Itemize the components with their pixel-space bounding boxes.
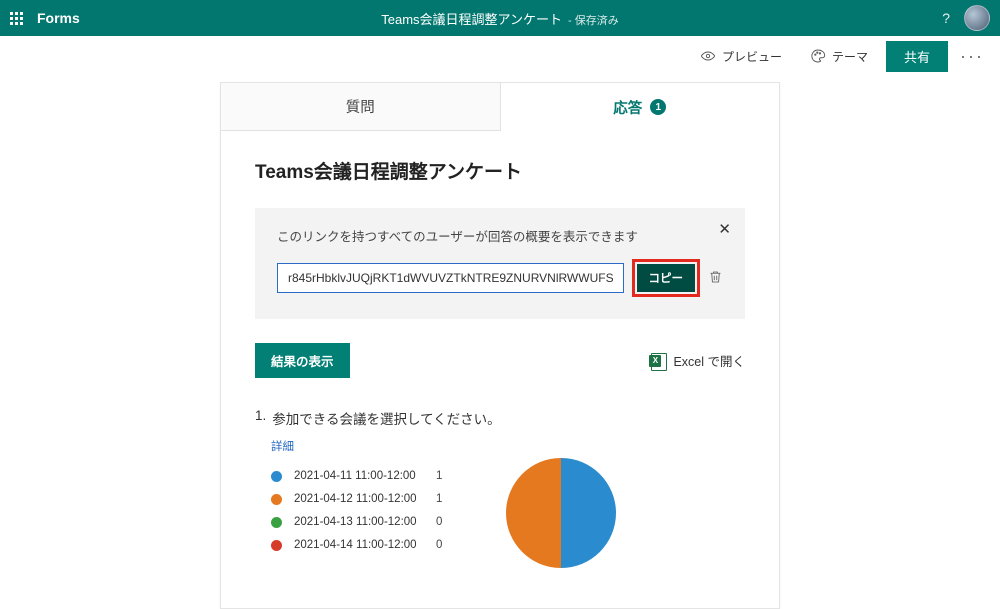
legend-label: 2021-04-13 11:00-12:00 <box>294 516 424 528</box>
responses-badge: 1 <box>650 99 666 115</box>
theme-label: テーマ <box>832 48 868 65</box>
legend-item: 2021-04-13 11:00-12:00 0 <box>271 516 450 528</box>
share-label: 共有 <box>904 50 930 65</box>
pie-chart <box>506 458 616 568</box>
card-tabs: 質問 応答 1 <box>221 83 779 131</box>
tab-responses-label: 応答 <box>613 97 642 118</box>
form-heading: Teams会議日程調整アンケート <box>255 157 745 184</box>
legend-count: 1 <box>436 470 450 482</box>
avatar[interactable] <box>964 5 990 31</box>
delete-link-button[interactable] <box>708 269 723 288</box>
copy-button-highlight: コピー <box>632 259 701 297</box>
share-link-row: コピー <box>277 259 723 297</box>
results-actions-row: 結果の表示 Excel で開く <box>255 343 745 378</box>
legend-dot-icon <box>271 517 282 528</box>
legend-count: 1 <box>436 493 450 505</box>
legend-count: 0 <box>436 516 450 528</box>
legend-item: 2021-04-11 11:00-12:00 1 <box>271 470 450 482</box>
tab-questions[interactable]: 質問 <box>221 83 501 131</box>
open-in-excel-button[interactable]: Excel で開く <box>649 351 745 370</box>
titlebar-right: ? <box>942 5 990 31</box>
legend-dot-icon <box>271 540 282 551</box>
preview-button[interactable]: プレビュー <box>690 44 792 69</box>
saved-indicator: - 保存済み <box>568 12 619 28</box>
preview-label: プレビュー <box>722 48 782 65</box>
app-launcher-icon[interactable] <box>10 12 23 25</box>
tab-responses[interactable]: 応答 1 <box>501 83 780 131</box>
more-actions-icon[interactable]: ··· <box>956 46 988 67</box>
titlebar-left: Forms <box>10 10 80 26</box>
pie-slice-2 <box>506 458 561 568</box>
tab-questions-label: 質問 <box>346 96 375 117</box>
legend-dot-icon <box>271 471 282 482</box>
question-1-heading: 1. 参加できる会議を選択してください。 <box>255 408 745 428</box>
legend-label: 2021-04-11 11:00-12:00 <box>294 470 424 482</box>
share-button[interactable]: 共有 <box>886 41 948 72</box>
excel-icon <box>649 353 667 369</box>
header-form-title: Teams会議日程調整アンケート <box>381 9 562 28</box>
legend-label: 2021-04-12 11:00-12:00 <box>294 493 424 505</box>
command-bar: プレビュー テーマ 共有 ··· <box>0 36 1000 76</box>
form-card: 質問 応答 1 Teams会議日程調整アンケート ✕ このリンクを持つすべてのユ… <box>220 82 780 609</box>
legend-item: 2021-04-14 11:00-12:00 0 <box>271 539 450 551</box>
share-link-input[interactable] <box>277 263 624 293</box>
page-canvas: 質問 応答 1 Teams会議日程調整アンケート ✕ このリンクを持つすべてのユ… <box>0 76 1000 609</box>
legend-item: 2021-04-12 11:00-12:00 1 <box>271 493 450 505</box>
help-icon[interactable]: ? <box>942 10 950 26</box>
open-in-excel-label: Excel で開く <box>673 351 745 370</box>
question-text: 参加できる会議を選択してください。 <box>272 408 500 428</box>
trash-icon <box>708 269 723 285</box>
show-results-button[interactable]: 結果の表示 <box>255 343 350 378</box>
titlebar: Forms Teams会議日程調整アンケート - 保存済み ? <box>0 0 1000 36</box>
copy-label: コピー <box>649 273 684 285</box>
close-icon[interactable]: ✕ <box>718 220 731 238</box>
pie-slice-1 <box>561 458 616 568</box>
question-1-detail-link[interactable]: 詳細 <box>271 438 745 454</box>
legend: 2021-04-11 11:00-12:00 1 2021-04-12 11:0… <box>271 470 450 568</box>
question-number: 1. <box>255 408 266 428</box>
app-name[interactable]: Forms <box>37 10 80 26</box>
titlebar-center: Teams会議日程調整アンケート - 保存済み <box>381 9 619 28</box>
share-link-description: このリンクを持つすべてのユーザーが回答の概要を表示できます <box>277 226 723 245</box>
legend-dot-icon <box>271 494 282 505</box>
legend-label: 2021-04-14 11:00-12:00 <box>294 539 424 551</box>
legend-count: 0 <box>436 539 450 551</box>
theme-button[interactable]: テーマ <box>800 44 878 69</box>
copy-button[interactable]: コピー <box>637 264 696 292</box>
eye-icon <box>700 48 716 64</box>
question-1-body: 2021-04-11 11:00-12:00 1 2021-04-12 11:0… <box>271 470 745 568</box>
card-body: Teams会議日程調整アンケート ✕ このリンクを持つすべてのユーザーが回答の概… <box>221 131 779 608</box>
share-link-panel: ✕ このリンクを持つすべてのユーザーが回答の概要を表示できます コピー <box>255 208 745 319</box>
palette-icon <box>810 48 826 64</box>
show-results-label: 結果の表示 <box>271 355 334 369</box>
